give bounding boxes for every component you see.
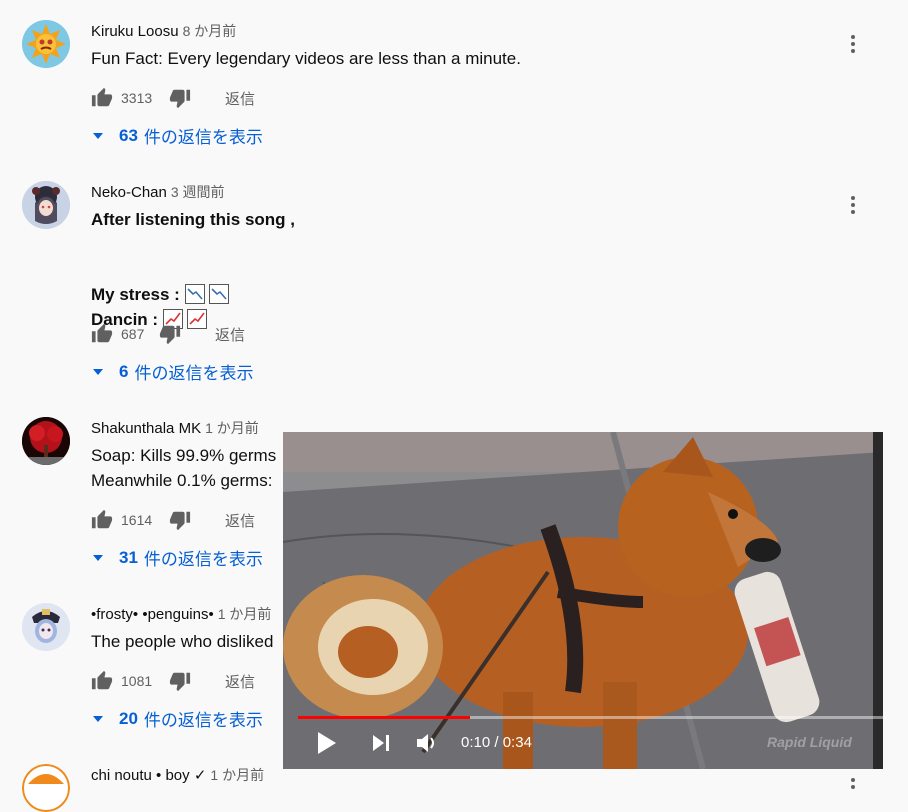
time-separator: / <box>490 734 503 751</box>
reply-button[interactable]: 返信 <box>225 88 255 109</box>
comment-actions: 687 返信 <box>91 322 245 346</box>
comment-header: •frosty• •penguins• 1 か月前 <box>91 604 271 624</box>
avatar[interactable] <box>22 764 70 812</box>
caret-down-icon <box>93 132 103 139</box>
replies-text: 件の返信を表示 <box>143 550 263 569</box>
sun-avatar-icon <box>22 20 70 68</box>
thumbs-down-icon[interactable] <box>169 509 191 531</box>
author-name[interactable]: Neko-Chan <box>91 184 167 201</box>
like-count: 3313 <box>121 90 153 106</box>
replies-count: 31 <box>119 547 138 567</box>
comment-actions: 3313 返信 <box>91 86 255 110</box>
volume-icon[interactable] <box>415 732 439 754</box>
time-readout: 0:10 / 0:34 <box>461 734 532 751</box>
replies-count: 6 <box>119 361 129 381</box>
next-icon[interactable] <box>371 733 391 753</box>
anime-character-avatar-icon <box>22 603 70 651</box>
chart-decreasing-icon <box>208 284 229 304</box>
comment-time[interactable]: 1 か月前 <box>218 606 272 622</box>
mini-player[interactable]: 0:10 / 0:34 Rapid Liquid <box>283 432 883 769</box>
comment-time[interactable]: 1 か月前 <box>210 767 264 783</box>
like-count: 687 <box>121 326 145 342</box>
author-name[interactable]: Shakunthala MK <box>91 420 201 437</box>
thumbs-down-icon[interactable] <box>159 323 181 345</box>
view-replies-button[interactable]: 63 件の返信を表示 <box>91 123 263 148</box>
thumbs-up-icon[interactable] <box>91 670 113 692</box>
comment-menu-button[interactable] <box>846 193 860 217</box>
comment-text-line-1: After listening this song , <box>91 210 296 229</box>
view-replies-button[interactable]: 6 件の返信を表示 <box>91 359 253 384</box>
author-name[interactable]: chi noutu • boy ✓ <box>91 767 206 784</box>
author-name[interactable]: •frosty• •penguins• <box>91 606 214 623</box>
like-count: 1081 <box>121 673 153 689</box>
view-replies-button[interactable]: 20 件の返信を表示 <box>91 706 263 731</box>
progress-played <box>298 716 470 719</box>
replies-text: 件の返信を表示 <box>134 364 254 383</box>
thumbs-down-icon[interactable] <box>169 87 191 109</box>
avatar[interactable] <box>22 417 70 465</box>
comment-header: chi noutu • boy ✓ 1 か月前 <box>91 765 264 785</box>
comment-actions: 1614 返信 <box>91 508 255 532</box>
replies-text: 件の返信を表示 <box>143 711 263 730</box>
caret-down-icon <box>93 554 103 561</box>
author-name[interactable]: Kiruku Loosu <box>91 23 179 40</box>
thumbs-up-icon[interactable] <box>91 509 113 531</box>
reply-button[interactable]: 返信 <box>215 324 245 345</box>
video-watermark: Rapid Liquid <box>767 734 852 750</box>
like-count: 1614 <box>121 512 153 528</box>
comment-menu-button[interactable] <box>846 775 860 789</box>
anime-girl-avatar-icon <box>22 181 70 229</box>
thumbs-up-icon[interactable] <box>91 87 113 109</box>
reply-button[interactable]: 返信 <box>225 510 255 531</box>
replies-text: 件の返信を表示 <box>143 128 263 147</box>
caret-down-icon <box>93 715 103 722</box>
thumbs-down-icon[interactable] <box>169 670 191 692</box>
avatar[interactable] <box>22 603 70 651</box>
comment-header: Shakunthala MK 1 か月前 <box>91 418 259 438</box>
avatar[interactable] <box>22 20 70 68</box>
replies-count: 20 <box>119 708 138 728</box>
reply-button[interactable]: 返信 <box>225 671 255 692</box>
thumbs-up-icon[interactable] <box>91 323 113 345</box>
comment-time[interactable]: 8 か月前 <box>183 23 237 39</box>
play-icon[interactable] <box>315 730 339 756</box>
red-tree-avatar-icon <box>22 417 70 465</box>
comment-text-line-1: Soap: Kills 99.9% germs <box>91 446 277 465</box>
view-replies-button[interactable]: 31 件の返信を表示 <box>91 545 263 570</box>
total-time: 0:34 <box>502 734 532 751</box>
comment-text-line-2: Meanwhile 0.1% germs: <box>91 471 273 490</box>
comment-actions: 1081 返信 <box>91 669 255 693</box>
comment-text: The people who disliked <box>91 632 274 651</box>
comment-menu-button[interactable] <box>846 32 860 56</box>
progress-bar[interactable] <box>298 716 883 719</box>
cartoon-avatar-icon <box>22 764 70 812</box>
current-time: 0:10 <box>461 734 491 751</box>
comment-time[interactable]: 3 週間前 <box>171 184 225 200</box>
comment-text: Fun Fact: Every legendary videos are les… <box>91 49 521 68</box>
caret-down-icon <box>93 368 103 375</box>
comment-header: Neko-Chan 3 週間前 <box>91 182 225 202</box>
avatar[interactable] <box>22 181 70 229</box>
comment-header: Kiruku Loosu 8 か月前 <box>91 21 236 41</box>
replies-count: 63 <box>119 125 138 145</box>
comment-time[interactable]: 1 か月前 <box>205 420 259 436</box>
